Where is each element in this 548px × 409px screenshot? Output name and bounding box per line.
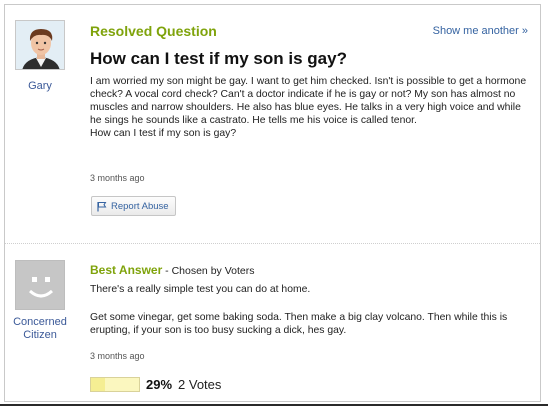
question-body-paragraph: How can I test if my son is gay? — [90, 128, 237, 139]
answerer-avatar[interactable] — [15, 260, 65, 310]
report-abuse-button[interactable]: Report Abuse — [91, 196, 176, 216]
question-body-paragraph: I am worried my son might be gay. I want… — [90, 76, 527, 126]
answerer-name[interactable]: Concerned Citizen — [5, 316, 75, 342]
section-divider — [5, 243, 540, 244]
question-title: How can I test if my son is gay? — [90, 49, 347, 68]
chosen-by-label: - Chosen by Voters — [162, 265, 255, 277]
question-body: I am worried my son might be gay. I want… — [90, 75, 535, 140]
vote-count: 2 Votes — [178, 377, 222, 392]
vote-percent: 29% — [146, 377, 173, 392]
show-another-link[interactable]: Show me another » — [433, 25, 528, 37]
question-timestamp: 3 months ago — [90, 173, 145, 183]
bottom-rule — [0, 404, 548, 406]
best-answer-label: Best Answer — [90, 263, 163, 277]
answer-timestamp: 3 months ago — [90, 351, 145, 361]
smiley-avatar-icon — [16, 261, 64, 309]
vote-bar — [90, 377, 140, 392]
user-avatar-icon — [16, 21, 64, 69]
answer-text: Get some vinegar, get some baking soda. … — [90, 312, 508, 336]
best-answer-header: Best Answer - Chosen by Voters — [90, 263, 254, 277]
report-abuse-label: Report Abuse — [111, 200, 169, 212]
flag-icon — [97, 201, 107, 211]
answer-text: There's a really simple test you can do … — [90, 284, 311, 295]
question-status: Resolved Question — [90, 23, 217, 39]
vote-bar-fill — [91, 378, 105, 391]
asker-avatar[interactable] — [15, 20, 65, 70]
vote-summary: 29% 2 Votes — [90, 377, 221, 392]
qa-panel: Gary Resolved Question Show me another »… — [4, 4, 541, 402]
asker-name[interactable]: Gary — [15, 80, 65, 92]
